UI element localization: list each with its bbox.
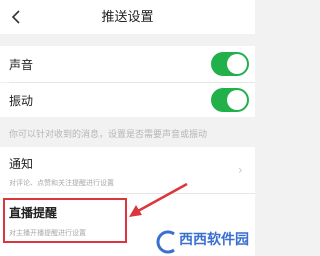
annotation-arrow-icon bbox=[129, 182, 188, 217]
watermark: 西西软件园 CR173.COM bbox=[150, 228, 255, 256]
watermark-domain: CR173.COM bbox=[180, 246, 216, 253]
watermark-logo-icon bbox=[155, 230, 176, 254]
